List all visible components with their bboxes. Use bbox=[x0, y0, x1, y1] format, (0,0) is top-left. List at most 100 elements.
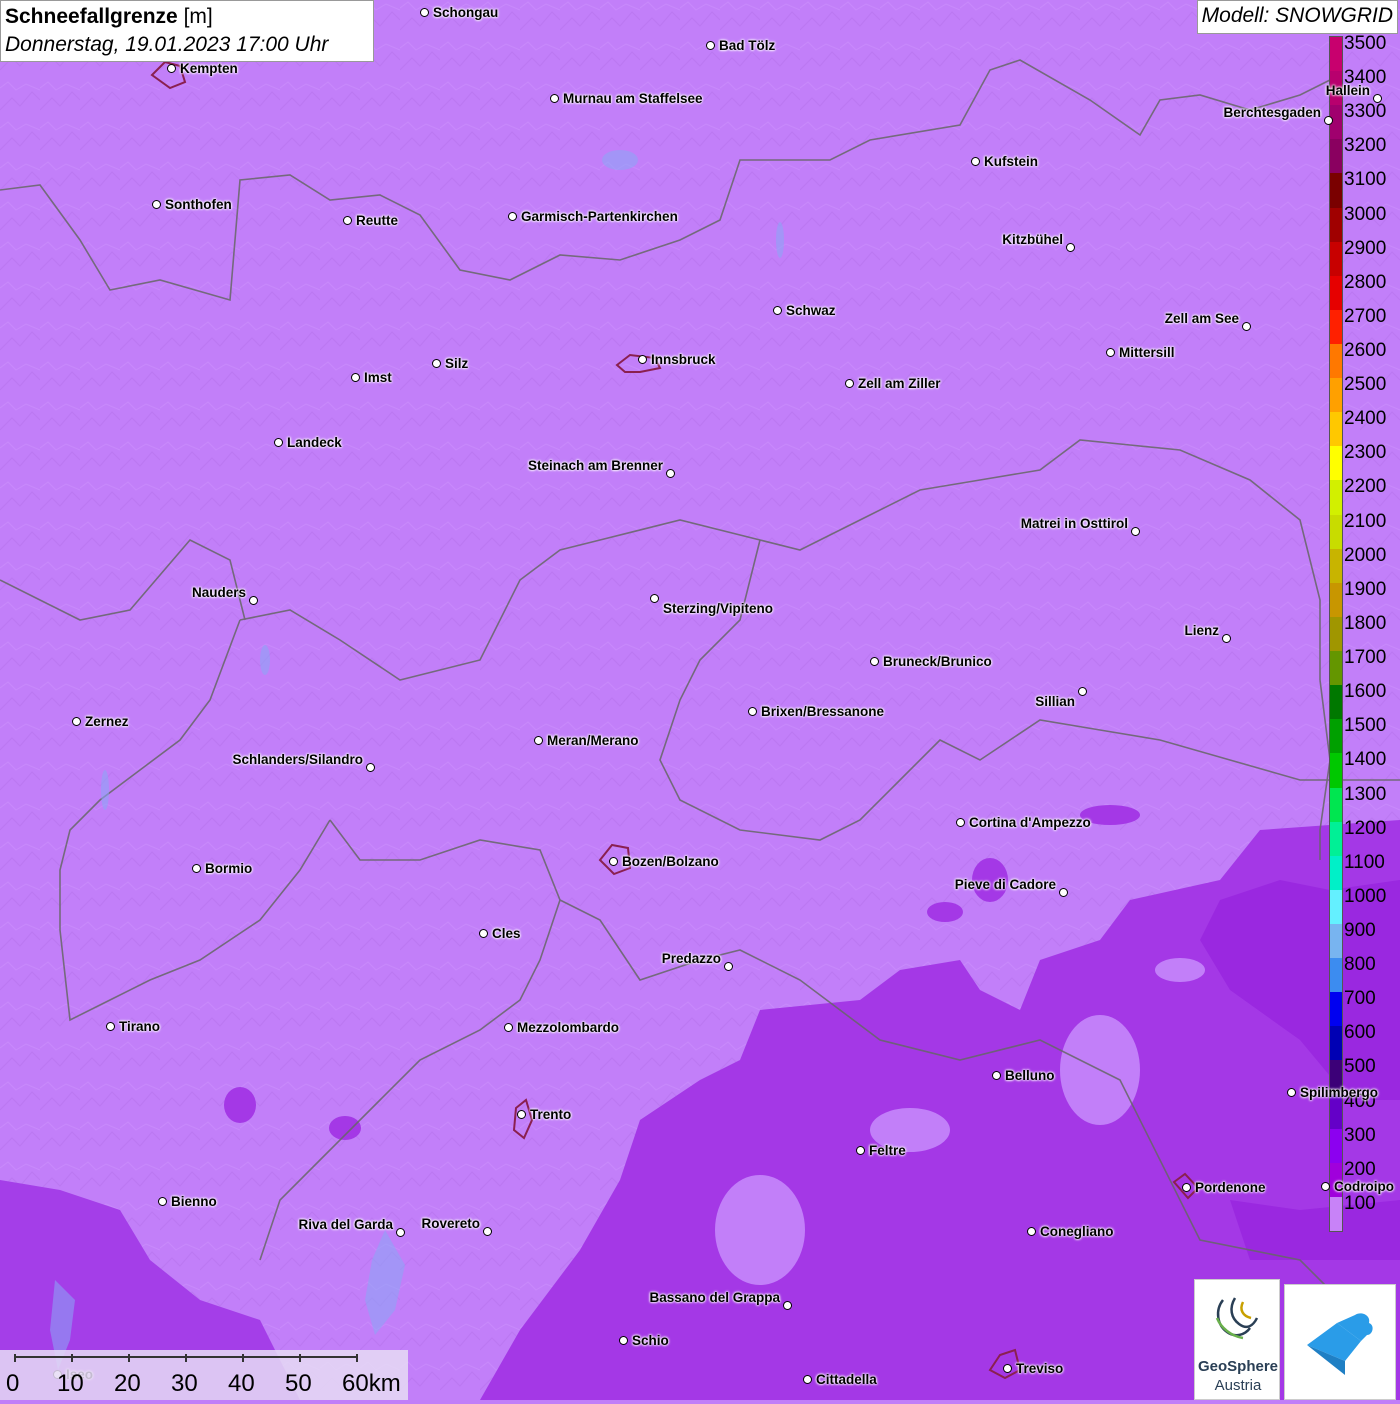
city-dot-icon[interactable] bbox=[1066, 243, 1075, 252]
city-dot-icon[interactable] bbox=[666, 469, 675, 478]
city-label[interactable]: Sonthofen bbox=[165, 197, 232, 213]
city-dot-icon[interactable] bbox=[1242, 322, 1251, 331]
city-dot-icon[interactable] bbox=[534, 736, 543, 745]
city-label[interactable]: Nauders bbox=[192, 585, 246, 601]
city-dot-icon[interactable] bbox=[1027, 1227, 1036, 1236]
city-label[interactable]: Riva del Garda bbox=[298, 1217, 393, 1233]
city-dot-icon[interactable] bbox=[550, 94, 559, 103]
city-dot-icon[interactable] bbox=[517, 1110, 526, 1119]
city-label[interactable]: Steinach am Brenner bbox=[528, 458, 663, 474]
city-dot-icon[interactable] bbox=[870, 657, 879, 666]
city-label[interactable]: Cortina d'Ampezzo bbox=[969, 815, 1091, 831]
city-label[interactable]: Pordenone bbox=[1195, 1180, 1266, 1196]
city-label[interactable]: Schongau bbox=[433, 5, 498, 21]
city-dot-icon[interactable] bbox=[1059, 888, 1068, 897]
city-dot-icon[interactable] bbox=[803, 1375, 812, 1384]
city-dot-icon[interactable] bbox=[1078, 687, 1087, 696]
city-dot-icon[interactable] bbox=[351, 373, 360, 382]
city-dot-icon[interactable] bbox=[1287, 1088, 1296, 1097]
city-label[interactable]: Bormio bbox=[205, 861, 252, 877]
city-dot-icon[interactable] bbox=[396, 1228, 405, 1237]
city-dot-icon[interactable] bbox=[504, 1023, 513, 1032]
city-dot-icon[interactable] bbox=[249, 596, 258, 605]
city-label[interactable]: Cittadella bbox=[816, 1372, 877, 1388]
city-label[interactable]: Brixen/Bressanone bbox=[761, 704, 884, 720]
city-label[interactable]: Innsbruck bbox=[651, 352, 716, 368]
city-label[interactable]: Tirano bbox=[119, 1019, 160, 1035]
city-label[interactable]: Bienno bbox=[171, 1194, 217, 1210]
city-label[interactable]: Sillian bbox=[1035, 694, 1075, 710]
city-dot-icon[interactable] bbox=[971, 157, 980, 166]
city-label[interactable]: Schlanders/Silandro bbox=[232, 752, 363, 768]
city-label[interactable]: Imst bbox=[364, 370, 392, 386]
city-label[interactable]: Feltre bbox=[869, 1143, 906, 1159]
city-label[interactable]: Meran/Merano bbox=[547, 733, 639, 749]
city-dot-icon[interactable] bbox=[152, 200, 161, 209]
city-dot-icon[interactable] bbox=[167, 64, 176, 73]
city-dot-icon[interactable] bbox=[845, 379, 854, 388]
city-dot-icon[interactable] bbox=[706, 41, 715, 50]
city-dot-icon[interactable] bbox=[1373, 94, 1382, 103]
city-dot-icon[interactable] bbox=[483, 1227, 492, 1236]
city-dot-icon[interactable] bbox=[619, 1336, 628, 1345]
city-dot-icon[interactable] bbox=[479, 929, 488, 938]
city-label[interactable]: Trento bbox=[530, 1107, 571, 1123]
city-label[interactable]: Pieve di Cadore bbox=[955, 877, 1056, 893]
city-label[interactable]: Belluno bbox=[1005, 1068, 1055, 1084]
city-label[interactable]: Kufstein bbox=[984, 154, 1038, 170]
city-label[interactable]: Reutte bbox=[356, 213, 398, 229]
city-label[interactable]: Bad Tölz bbox=[719, 38, 775, 54]
city-dot-icon[interactable] bbox=[1324, 116, 1333, 125]
city-label[interactable]: Treviso bbox=[1016, 1361, 1063, 1377]
city-dot-icon[interactable] bbox=[158, 1197, 167, 1206]
city-dot-icon[interactable] bbox=[432, 359, 441, 368]
city-label[interactable]: Conegliano bbox=[1040, 1224, 1114, 1240]
city-dot-icon[interactable] bbox=[956, 818, 965, 827]
city-label[interactable]: Zell am Ziller bbox=[858, 376, 941, 392]
city-label[interactable]: Kempten bbox=[180, 61, 238, 77]
city-dot-icon[interactable] bbox=[1321, 1182, 1330, 1191]
city-dot-icon[interactable] bbox=[992, 1071, 1001, 1080]
city-label[interactable]: Spilimbergo bbox=[1300, 1085, 1378, 1101]
city-dot-icon[interactable] bbox=[638, 355, 647, 364]
city-label[interactable]: Bruneck/Brunico bbox=[883, 654, 992, 670]
city-label[interactable]: Bassano del Grappa bbox=[649, 1290, 780, 1306]
city-dot-icon[interactable] bbox=[748, 707, 757, 716]
city-dot-icon[interactable] bbox=[1003, 1364, 1012, 1373]
city-label[interactable]: Mittersill bbox=[1119, 345, 1175, 361]
city-label[interactable]: Hallein bbox=[1326, 83, 1370, 99]
city-label[interactable]: Garmisch-Partenkirchen bbox=[521, 209, 678, 225]
city-label[interactable]: Matrei in Osttirol bbox=[1021, 516, 1128, 532]
city-label[interactable]: Bozen/Bolzano bbox=[622, 854, 719, 870]
city-label[interactable]: Landeck bbox=[287, 435, 342, 451]
city-dot-icon[interactable] bbox=[192, 864, 201, 873]
city-label[interactable]: Predazzo bbox=[662, 951, 721, 967]
city-dot-icon[interactable] bbox=[1182, 1183, 1191, 1192]
city-label[interactable]: Codroipo bbox=[1334, 1179, 1394, 1195]
city-dot-icon[interactable] bbox=[773, 306, 782, 315]
city-dot-icon[interactable] bbox=[783, 1301, 792, 1310]
city-dot-icon[interactable] bbox=[343, 216, 352, 225]
city-dot-icon[interactable] bbox=[508, 212, 517, 221]
city-label[interactable]: Silz bbox=[445, 356, 468, 372]
city-label[interactable]: Rovereto bbox=[421, 1216, 480, 1232]
city-label[interactable]: Murnau am Staffelsee bbox=[563, 91, 703, 107]
city-label[interactable]: Lienz bbox=[1184, 623, 1219, 639]
city-label[interactable]: Mezzolombardo bbox=[517, 1020, 619, 1036]
city-label[interactable]: Sterzing/Vipiteno bbox=[663, 601, 773, 617]
city-dot-icon[interactable] bbox=[420, 8, 429, 17]
city-dot-icon[interactable] bbox=[1106, 348, 1115, 357]
city-dot-icon[interactable] bbox=[1222, 634, 1231, 643]
city-dot-icon[interactable] bbox=[1131, 527, 1140, 536]
city-label[interactable]: Cles bbox=[492, 926, 521, 942]
city-label[interactable]: Berchtesgaden bbox=[1223, 105, 1321, 121]
city-label[interactable]: Kitzbühel bbox=[1002, 232, 1063, 248]
city-dot-icon[interactable] bbox=[856, 1146, 865, 1155]
city-dot-icon[interactable] bbox=[724, 962, 733, 971]
city-dot-icon[interactable] bbox=[366, 763, 375, 772]
city-dot-icon[interactable] bbox=[106, 1022, 115, 1031]
city-label[interactable]: Zell am See bbox=[1165, 311, 1239, 327]
city-dot-icon[interactable] bbox=[72, 717, 81, 726]
city-label[interactable]: Zernez bbox=[85, 714, 129, 730]
city-dot-icon[interactable] bbox=[274, 438, 283, 447]
